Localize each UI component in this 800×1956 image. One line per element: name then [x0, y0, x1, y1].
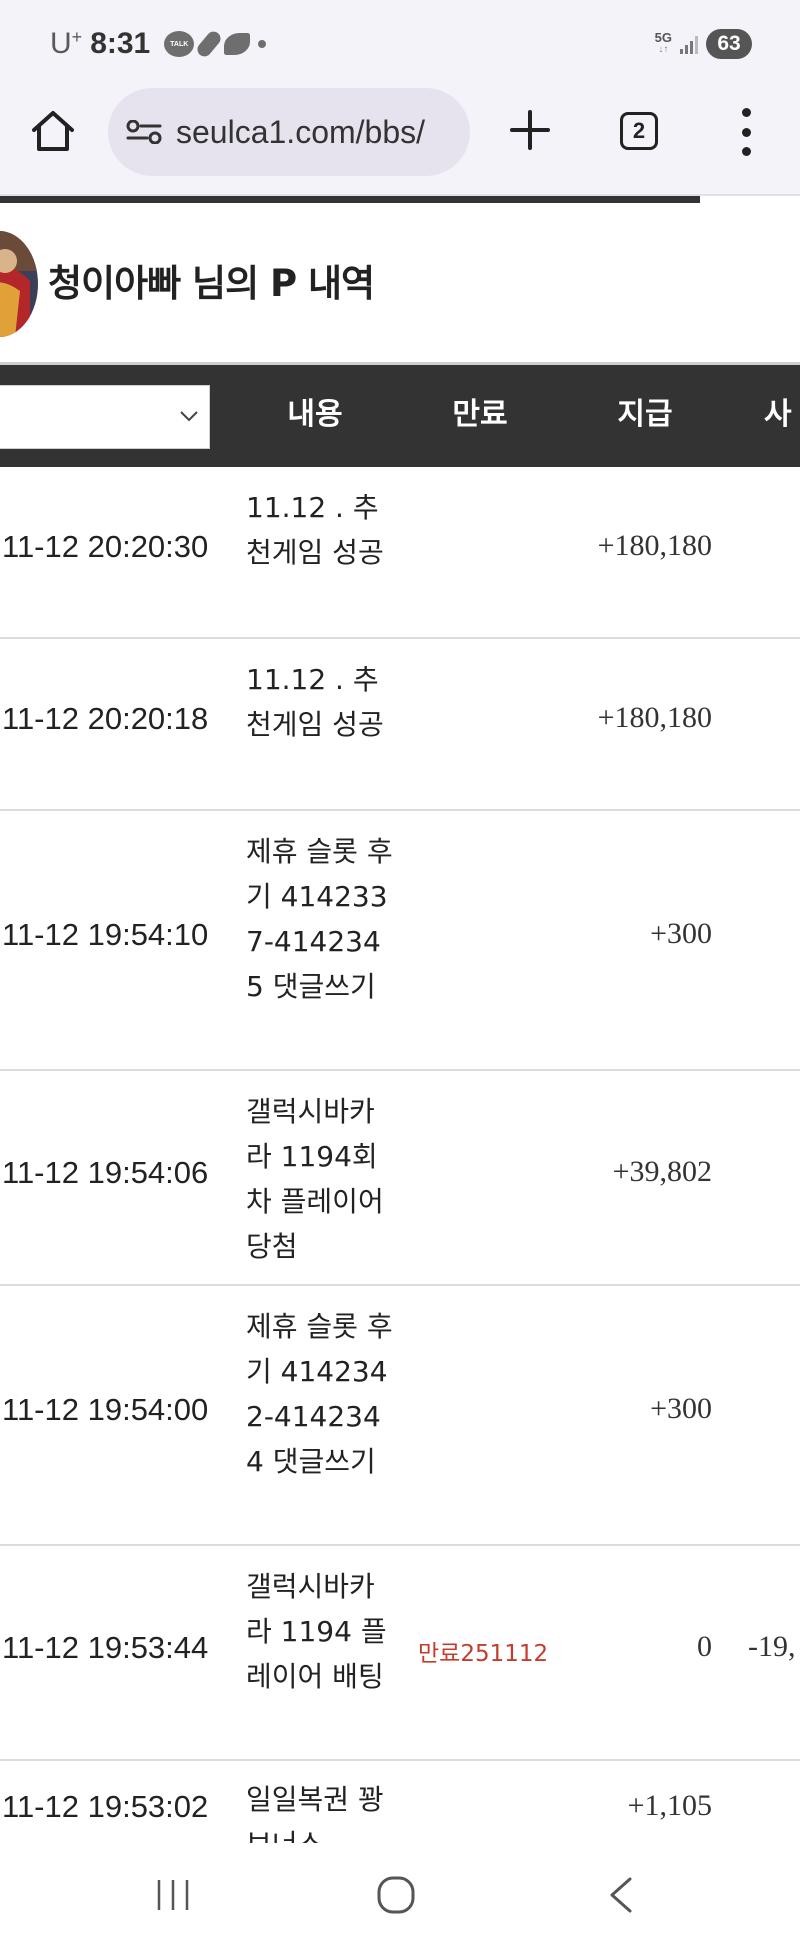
network-arrows: ↓↑	[658, 44, 669, 55]
talk-label: TALK	[170, 40, 189, 48]
row-date: 11-12 20:20:30	[2, 529, 209, 564]
row-used: -19,	[748, 1630, 796, 1663]
row-date: 11-12 19:53:44	[2, 1630, 209, 1665]
column-header-used: 사	[764, 397, 792, 432]
url-text[interactable]: seulca1.com/bbs/	[176, 114, 425, 151]
back-chevron-icon[interactable]	[606, 1875, 636, 1915]
column-header-content: 내용	[287, 397, 343, 432]
page-content: 청이아빠 님의 P 내역 내용 만료 지급 사 11-12 20:20:30 1…	[0, 203, 800, 1843]
carrier-label: U+	[50, 27, 82, 61]
status-bar: U+ 8:31 TALK 5G ↓↑ 63	[0, 0, 800, 86]
row-expiry: 만료251112	[418, 1641, 549, 1667]
signal-bar	[685, 45, 688, 54]
pill-icon	[194, 28, 224, 60]
row-paid: 0	[697, 1630, 712, 1663]
network-label: 5G	[654, 30, 672, 45]
row-content: 11.12 . 추천게임 성공	[246, 491, 384, 569]
table-row: 11-12 19:54:00 제휴 슬롯 후기 4142342-4142344 …	[0, 1286, 800, 1546]
leaf-icon	[224, 33, 251, 55]
row-date: 11-12 19:53:02	[2, 1789, 209, 1824]
row-paid: +1,105	[627, 1789, 712, 1822]
table-row: 11-12 19:53:44 갤럭시바카라 1194 플레이어 배팅 만료251…	[0, 1546, 800, 1761]
signal-bar	[695, 36, 698, 54]
table-row: 11-12 20:20:18 11.12 . 추천게임 성공 +180,180	[0, 639, 800, 811]
notification-dot-icon	[258, 40, 267, 48]
row-paid: +300	[650, 1392, 712, 1425]
network-indicator: 5G ↓↑	[654, 30, 672, 56]
home-circle-icon[interactable]	[376, 1875, 416, 1915]
table-header: 내용 만료 지급 사	[0, 362, 800, 467]
tune-icon[interactable]	[126, 120, 162, 144]
chevron-down-icon	[180, 411, 198, 422]
row-content: 제휴 슬롯 후기 4142342-4142344 댓글쓰기	[246, 1310, 393, 1478]
kakaotalk-icon: TALK	[164, 31, 195, 57]
row-date: 11-12 19:54:00	[2, 1392, 209, 1427]
table-row: 11-12 20:20:30 11.12 . 추천게임 성공 +180,180	[0, 467, 800, 639]
row-content: 갤럭시바카라 1194 플레이어 배팅	[246, 1570, 387, 1693]
row-date: 11-12 19:54:06	[2, 1155, 209, 1190]
row-paid: +300	[650, 917, 712, 950]
page-top-bar	[0, 196, 700, 203]
carrier-text: U	[50, 27, 72, 60]
row-content: 11.12 . 추천게임 성공	[246, 663, 384, 741]
filter-select[interactable]	[0, 385, 210, 449]
more-vert-icon[interactable]	[736, 108, 756, 156]
system-nav-bar	[0, 1843, 800, 1956]
menu-dot	[741, 108, 751, 117]
recent-apps-icon[interactable]	[155, 1877, 191, 1913]
row-paid: +39,802	[612, 1155, 712, 1188]
column-header-paid: 지급	[617, 397, 673, 432]
signal-bar	[690, 41, 693, 54]
menu-dot	[741, 147, 751, 156]
signal-icon	[680, 34, 698, 54]
menu-dot	[741, 127, 751, 137]
table-row: 11-12 19:54:10 제휴 슬롯 후기 4142337-4142345 …	[0, 811, 800, 1071]
battery-icon: 63	[706, 29, 752, 59]
table-row: 11-12 19:54:06 갤럭시바카라 1194회차 플레이어당첨 +39,…	[0, 1071, 800, 1286]
browser-toolbar: seulca1.com/bbs/ 2	[0, 86, 800, 194]
plus-icon[interactable]	[506, 106, 554, 154]
row-date: 11-12 20:20:18	[2, 701, 209, 736]
row-content: 제휴 슬롯 후기 4142337-4142345 댓글쓰기	[246, 835, 393, 1003]
status-left: U+ 8:31 TALK	[50, 22, 267, 66]
row-content: 갤럭시바카라 1194회차 플레이어당첨	[246, 1095, 384, 1263]
column-header-expiry: 만료	[452, 397, 508, 432]
row-paid: +180,180	[597, 529, 712, 562]
table-row: 11-12 19:53:02 일일복권 꽝 보너스 +1,105	[0, 1761, 800, 1843]
address-bar[interactable]: seulca1.com/bbs/	[108, 88, 470, 176]
avatar	[0, 231, 38, 337]
row-date: 11-12 19:54:10	[2, 917, 209, 952]
carrier-sup: +	[71, 27, 83, 47]
tab-switcher-button[interactable]: 2	[620, 112, 658, 150]
signal-bar	[680, 49, 683, 54]
status-right: 5G ↓↑ 63	[655, 26, 752, 62]
row-paid: +180,180	[597, 701, 712, 734]
page-title: 청이아빠 님의 P 내역	[48, 262, 375, 305]
row-content: 일일복권 꽝 보너스	[246, 1783, 384, 1843]
clock: 8:31	[90, 27, 151, 60]
home-icon[interactable]	[30, 108, 76, 154]
